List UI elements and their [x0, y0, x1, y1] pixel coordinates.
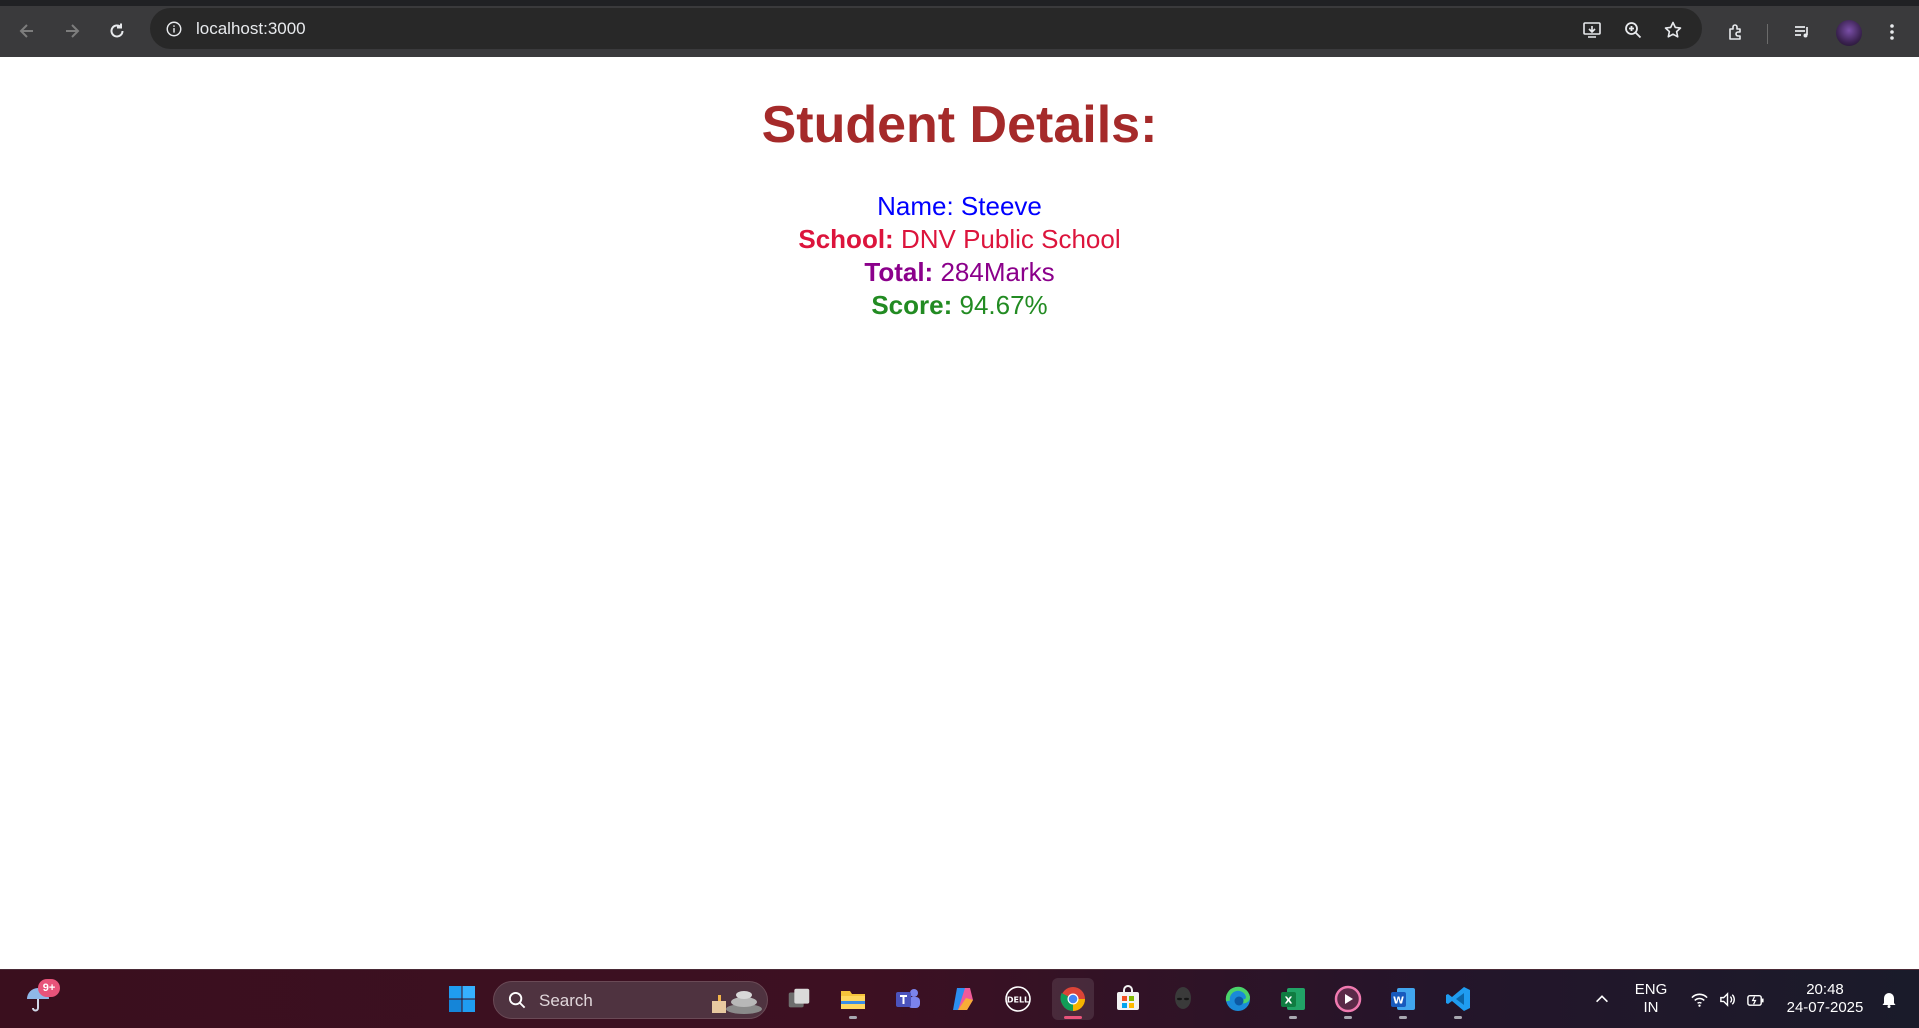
name-row: Name: Steeve — [0, 190, 1919, 223]
reload-icon — [110, 23, 124, 38]
browser-toolbar: localhost:3000 — [0, 0, 1919, 57]
running-indicator — [1399, 1016, 1407, 1019]
address-bar[interactable]: localhost:3000 — [150, 8, 1702, 49]
score-row: Score: 94.67% — [0, 289, 1919, 322]
search-highlight-icon — [712, 991, 762, 1014]
search-label: Search — [539, 991, 593, 1010]
running-indicator — [1344, 1016, 1352, 1019]
running-indicator — [1289, 1016, 1297, 1019]
page-content: Student Details: Name: Steeve School: DN… — [0, 57, 1919, 969]
taskbar: 9+ Search DELL X W ENG IN 20:48 24-07-20… — [0, 969, 1919, 1028]
file-explorer-icon[interactable] — [832, 978, 874, 1020]
edge-icon[interactable] — [1217, 978, 1259, 1020]
notification-badge: 9+ — [38, 979, 60, 997]
running-indicator — [1454, 1016, 1462, 1019]
score-value: 94.67% — [959, 290, 1048, 320]
start-button[interactable] — [441, 978, 483, 1020]
copilot-icon[interactable] — [942, 978, 984, 1020]
excel-icon[interactable]: X — [1272, 978, 1314, 1020]
language-secondary: IN — [1643, 999, 1659, 1016]
running-indicator — [849, 1016, 857, 1019]
volume-icon[interactable] — [1714, 978, 1740, 1020]
school-value: DNV Public School — [900, 224, 1121, 254]
total-row: Total: 284Marks — [0, 256, 1919, 289]
language-indicator[interactable]: ENG IN — [1628, 981, 1674, 1017]
taskbar-search[interactable]: Search — [493, 981, 768, 1019]
svg-text:W: W — [1393, 996, 1404, 1007]
teams-icon[interactable] — [887, 978, 929, 1020]
language-primary: ENG — [1634, 981, 1668, 998]
wifi-icon[interactable] — [1686, 978, 1712, 1020]
microsoft-store-icon[interactable] — [1107, 978, 1149, 1020]
chrome-icon[interactable] — [1052, 978, 1094, 1020]
windows-logo-icon — [449, 986, 475, 1012]
chevron-up-icon[interactable] — [1581, 978, 1623, 1020]
clock[interactable]: 20:48 24-07-2025 — [1780, 981, 1870, 1017]
school-label: School: — [798, 224, 894, 254]
install-app-icon[interactable] — [1577, 15, 1607, 45]
task-view-icon[interactable] — [778, 978, 820, 1020]
score-label: Score: — [871, 290, 953, 320]
active-indicator — [1064, 1016, 1082, 1019]
search-icon — [508, 991, 526, 1009]
total-value: 284Marks — [940, 257, 1055, 287]
vscode-icon[interactable] — [1437, 978, 1479, 1020]
media-controls-icon[interactable] — [1786, 16, 1818, 48]
svg-text:DELL: DELL — [1007, 996, 1029, 1005]
battery-icon[interactable] — [1742, 978, 1768, 1020]
student-details: Name: Steeve School: DNV Public School T… — [0, 190, 1919, 322]
notification-bell-icon[interactable] — [1874, 978, 1904, 1020]
name-value: Steeve — [960, 191, 1042, 221]
bookmark-star-icon[interactable] — [1658, 15, 1688, 45]
extensions-icon[interactable] — [1720, 16, 1752, 48]
dell-icon[interactable]: DELL — [997, 978, 1039, 1020]
total-label: Total: — [864, 257, 934, 287]
site-info-icon[interactable] — [160, 15, 188, 43]
name-label: Name: — [877, 191, 954, 221]
kebab-menu-icon[interactable] — [1876, 16, 1908, 48]
profile-avatar[interactable] — [1836, 20, 1862, 46]
svg-text:X: X — [1285, 996, 1293, 1007]
reload-button[interactable] — [100, 14, 134, 48]
back-button[interactable] — [10, 14, 44, 48]
page-title: Student Details: — [761, 96, 1158, 154]
forward-arrow-icon — [66, 24, 80, 38]
word-icon[interactable]: W — [1382, 978, 1424, 1020]
toolbar-divider — [1767, 24, 1768, 44]
school-row: School: DNV Public School — [0, 223, 1919, 256]
back-arrow-icon — [19, 24, 33, 38]
media-player-icon[interactable] — [1327, 978, 1369, 1020]
clock-date: 24-07-2025 — [1786, 999, 1864, 1016]
url-text[interactable]: localhost:3000 — [196, 19, 306, 39]
zoom-icon[interactable] — [1618, 15, 1648, 45]
forward-button[interactable] — [55, 14, 89, 48]
alienware-icon[interactable] — [1162, 978, 1204, 1020]
clock-time: 20:48 — [1806, 981, 1844, 998]
